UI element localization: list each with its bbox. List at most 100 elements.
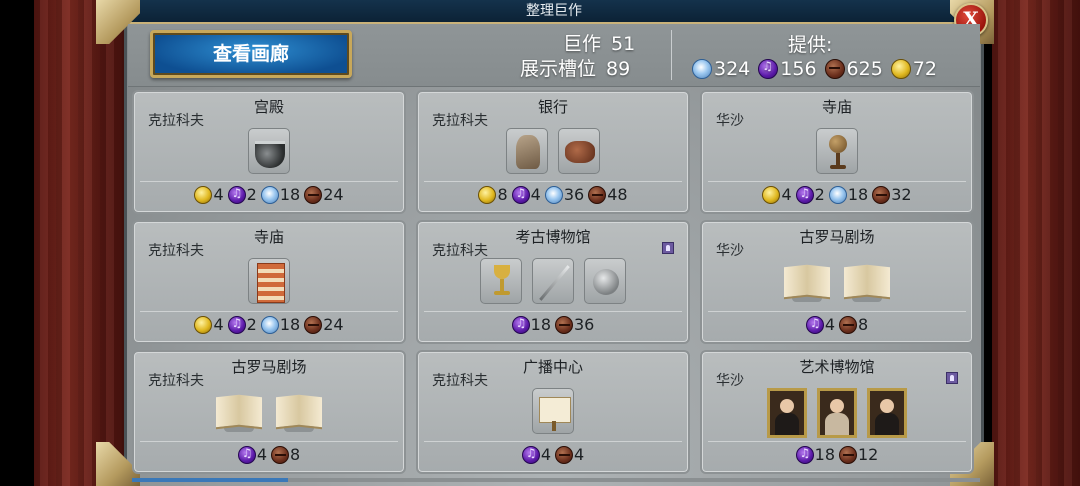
globe-artifact-slot[interactable]: [816, 128, 858, 174]
building-yields: 8 4 36 48: [418, 185, 688, 204]
gold-icon: [890, 59, 911, 79]
building-yields: 48: [702, 315, 972, 334]
painting-slot[interactable]: [867, 388, 907, 438]
window-title: 整理巨作: [127, 0, 981, 24]
supply-value: 72: [912, 58, 937, 80]
tourism-icon: [692, 59, 712, 79]
yield-value: 8: [858, 315, 869, 334]
globe-art: [830, 165, 846, 169]
yield-value: 12: [858, 445, 879, 464]
supply-item: 324: [692, 58, 750, 80]
divider: [424, 311, 682, 312]
sandal-artifact-slot[interactable]: [558, 128, 600, 174]
divider: [708, 311, 966, 312]
scrollbar-thumb[interactable]: [132, 478, 288, 482]
city-name: 克拉科夫: [432, 243, 488, 259]
building-card[interactable]: 广播中心克拉科夫44: [416, 350, 690, 474]
building-card[interactable]: 考古博物馆克拉科夫1836: [416, 220, 690, 344]
tapestry-art: [257, 263, 285, 303]
building-card[interactable]: 宫殿克拉科夫421824: [132, 90, 406, 214]
tourism-icon: [828, 185, 847, 204]
city-name: 克拉科夫: [432, 113, 488, 129]
yield-item: 32: [872, 185, 912, 204]
production-icon: [304, 185, 323, 204]
building-yields: 1836: [418, 315, 688, 334]
yield-value: 18: [279, 315, 301, 334]
divider: [708, 181, 966, 182]
yield-value: 4: [256, 445, 267, 464]
yield-value: 32: [891, 185, 912, 204]
yield-value: 4: [213, 185, 224, 204]
chalice-artifact-slot[interactable]: [480, 258, 522, 304]
building-card[interactable]: 寺庙华沙421832: [700, 90, 974, 214]
yield-item: 18: [260, 315, 301, 334]
yield-item: 2: [227, 315, 257, 334]
city-name: 华沙: [716, 113, 744, 129]
yield-value: 2: [246, 315, 257, 334]
yield-value: 36: [574, 315, 595, 334]
production-icon: [271, 445, 289, 464]
yield-item: 4: [762, 185, 792, 204]
scroll-artifact-slot[interactable]: [532, 388, 574, 434]
globe-art: [829, 135, 847, 153]
right-curtain: [992, 0, 1080, 486]
building-card[interactable]: 古罗马剧场克拉科夫48: [132, 350, 406, 474]
painting-slot[interactable]: [817, 388, 857, 438]
yield-item: 8: [478, 185, 508, 204]
scrollbar[interactable]: [132, 478, 980, 482]
yield-item: 4: [194, 315, 224, 334]
yield-item: 24: [304, 315, 344, 334]
culture-icon: [805, 315, 824, 334]
theme-info-icon[interactable]: [662, 242, 674, 254]
supply-item: 625: [824, 58, 883, 80]
yield-item: 4: [194, 185, 224, 204]
tourism-icon: [260, 315, 279, 334]
cloak-artifact-slot[interactable]: [506, 128, 548, 174]
writing-work-slot[interactable]: [842, 258, 892, 304]
portrait-figure: [775, 413, 799, 435]
culture-icon: [795, 185, 814, 204]
work-slots: [134, 388, 404, 434]
yield-item: 12: [839, 445, 878, 464]
painting-slot[interactable]: [767, 388, 807, 438]
yield-value: 8: [497, 185, 508, 204]
yield-item: 4: [521, 445, 551, 464]
city-name: 克拉科夫: [148, 113, 204, 129]
yield-value: 8: [290, 445, 301, 464]
city-name: 华沙: [716, 243, 744, 259]
yield-item: 2: [227, 185, 257, 204]
coin-art: [593, 269, 619, 295]
yield-item: 48: [588, 185, 628, 204]
writing-work-slot[interactable]: [782, 258, 832, 304]
building-card[interactable]: 艺术博物馆华沙1812: [700, 350, 974, 474]
culture-icon: [511, 185, 530, 204]
yield-item: 18: [828, 185, 868, 204]
tapestry-artifact-slot[interactable]: [248, 258, 290, 304]
production-icon: [839, 445, 857, 464]
work-slots: [134, 258, 404, 304]
yield-value: 2: [814, 185, 825, 204]
sword-artifact-slot[interactable]: [532, 258, 574, 304]
divider: [140, 311, 398, 312]
building-card[interactable]: 银行克拉科夫843648: [416, 90, 690, 214]
theme-info-icon[interactable]: [946, 372, 958, 384]
building-card[interactable]: 古罗马剧场华沙48: [700, 220, 974, 344]
writing-work-slot[interactable]: [274, 388, 324, 434]
portrait-face: [830, 399, 844, 413]
supply-value: 156: [780, 58, 817, 80]
supply-value: 625: [846, 58, 883, 80]
cauldron-artifact-slot[interactable]: [248, 128, 290, 174]
gold-icon: [194, 185, 213, 204]
work-slots: [418, 128, 688, 174]
yield-item: 4: [555, 445, 584, 464]
writing-work-slot[interactable]: [214, 388, 264, 434]
supply-row: 324 156 625 72: [692, 56, 945, 82]
yield-value: 4: [781, 185, 792, 204]
yield-value: 18: [530, 315, 551, 334]
view-gallery-button[interactable]: 查看画廊: [150, 30, 352, 78]
coin-artifact-slot[interactable]: [584, 258, 626, 304]
yield-item: 18: [511, 315, 551, 334]
sword-art: [539, 265, 570, 301]
supply-label: 提供:: [788, 34, 833, 56]
building-card[interactable]: 寺庙克拉科夫421824: [132, 220, 406, 344]
